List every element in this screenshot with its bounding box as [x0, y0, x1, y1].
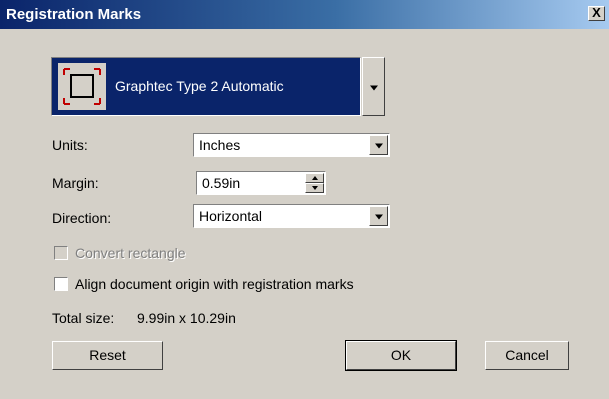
direction-label: Direction:: [52, 210, 112, 226]
margin-value: 0.59in: [202, 175, 241, 191]
units-value: Inches: [199, 137, 241, 153]
close-icon: X: [592, 5, 601, 20]
direction-value: Horizontal: [199, 208, 263, 224]
arrow-up-icon: [311, 176, 318, 180]
ok-button[interactable]: OK: [345, 340, 457, 371]
total-size-label: Total size:: [52, 310, 115, 326]
margin-decrement-button[interactable]: [305, 183, 324, 193]
direction-dropdown-button[interactable]: [369, 206, 388, 226]
window-title: Registration Marks: [6, 6, 142, 23]
total-size-value: 9.99in x 10.29in: [137, 310, 236, 326]
arrow-down-icon: [311, 186, 318, 190]
title-bar: Registration Marks X: [0, 0, 609, 29]
chevron-down-icon: [374, 143, 383, 149]
align-origin-label: Align document origin with registration …: [75, 276, 354, 292]
align-origin-checkbox[interactable]: [54, 277, 68, 291]
chevron-down-icon: [369, 85, 378, 90]
convert-rectangle-label: Convert rectangle: [75, 245, 186, 261]
units-label: Units:: [52, 137, 88, 153]
preset-dropdown[interactable]: Graphtec Type 2 Automatic: [51, 57, 361, 116]
margin-increment-button[interactable]: [305, 173, 324, 183]
preset-dropdown-button[interactable]: [362, 57, 385, 116]
preset-selected-value: Graphtec Type 2 Automatic: [115, 78, 284, 94]
direction-select[interactable]: Horizontal: [193, 204, 390, 228]
chevron-down-icon: [374, 214, 383, 220]
units-dropdown-button[interactable]: [369, 135, 388, 155]
units-select[interactable]: Inches: [193, 133, 390, 157]
reset-button[interactable]: Reset: [52, 341, 163, 370]
convert-rectangle-checkbox[interactable]: [54, 246, 68, 260]
margin-label: Margin:: [52, 175, 99, 191]
registration-mark-icon: [58, 63, 106, 110]
margin-spinner[interactable]: 0.59in: [196, 171, 326, 195]
cancel-button[interactable]: Cancel: [485, 341, 569, 370]
close-button[interactable]: X: [588, 6, 605, 21]
